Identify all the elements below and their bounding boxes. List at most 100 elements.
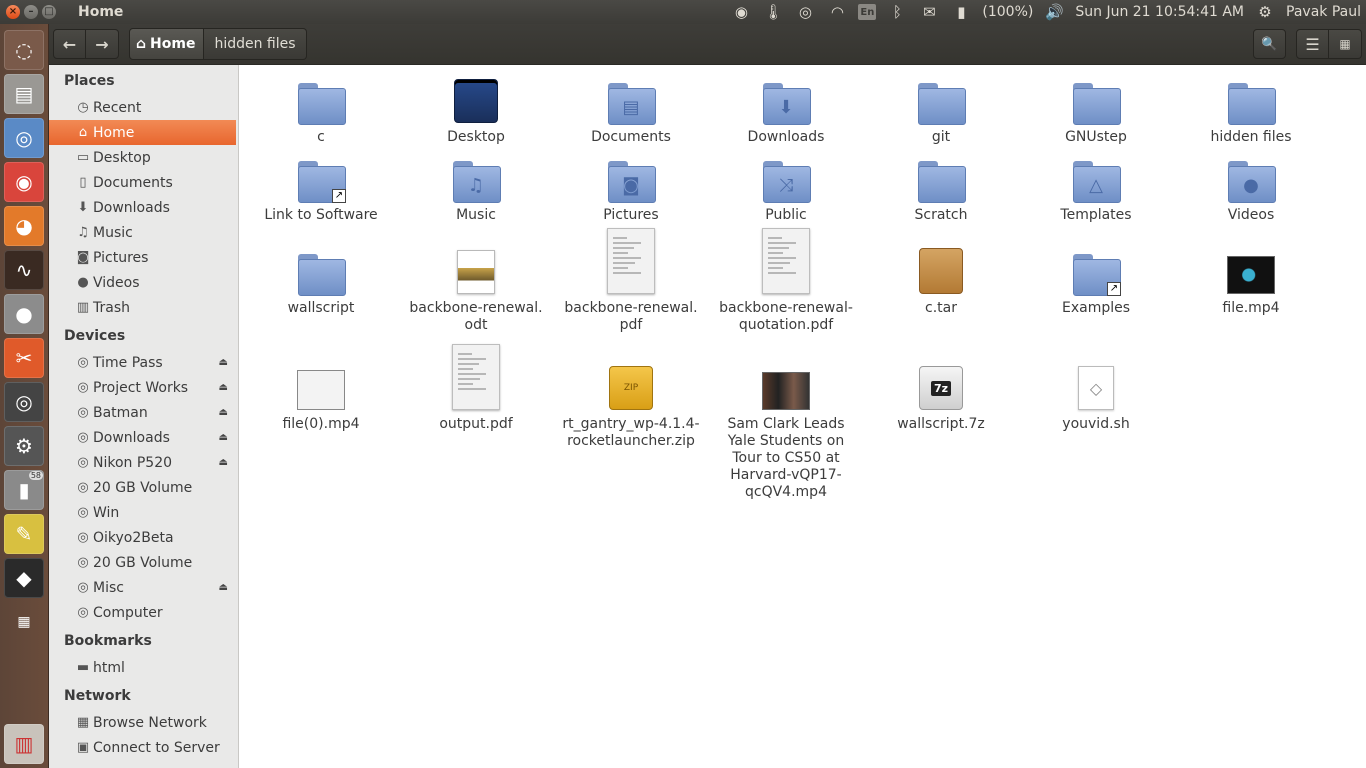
system-monitor-launcher-button[interactable]: ∿ [4, 250, 44, 290]
search-icon[interactable]: 🔍 [1253, 29, 1286, 59]
path-hidden-files-button[interactable]: hidden files [204, 28, 307, 60]
sidebar-item[interactable]: ◎ Computer [49, 600, 238, 625]
file-item[interactable]: file(0).mp4 [251, 344, 391, 433]
workspace-switcher-button[interactable]: ▦ [4, 602, 44, 642]
chromium-icon[interactable]: ◎ [794, 0, 816, 24]
thermometer-icon[interactable]: 🌡 [762, 0, 784, 24]
files-launcher-button[interactable]: ▤ [4, 74, 44, 114]
file-item[interactable]: file.mp4 [1181, 228, 1321, 317]
file-item[interactable]: output.pdf [406, 344, 546, 433]
sidebar-item[interactable]: ● Videos [49, 270, 238, 295]
trash-launcher-button[interactable]: ▥ [4, 724, 44, 764]
battery-icon[interactable]: ▮ [950, 0, 972, 24]
sidebar-item[interactable]: ◎ Win [49, 500, 238, 525]
file-item[interactable]: ↗ Link to Software [251, 153, 391, 224]
steam-launcher-button[interactable]: ◆ [4, 558, 44, 598]
chrome-launcher-button[interactable]: ◉ [4, 162, 44, 202]
sidebar-item[interactable]: ◎ 20 GB Volume [49, 475, 238, 500]
settings-launcher-button[interactable]: ⚙ [4, 426, 44, 466]
eject-icon[interactable]: ⏏ [219, 582, 228, 593]
software-center-launcher-button[interactable]: ✂ [4, 338, 44, 378]
file-item[interactable]: ● Videos [1181, 153, 1321, 224]
eject-icon[interactable]: ⏏ [219, 432, 228, 443]
sidebar-item[interactable]: ◙ Pictures [49, 245, 238, 270]
sidebar-item[interactable]: ◎ Oikyo2Beta [49, 525, 238, 550]
sidebar-section-places: Places [64, 73, 115, 89]
sidebar-item[interactable]: ◎ Nikon P520 ⏏ [49, 450, 238, 475]
file-item[interactable]: backbone-renewal. odt [406, 228, 546, 334]
sidebar-item[interactable]: ◎ Misc ⏏ [49, 575, 238, 600]
sidebar-item[interactable]: ▭ Desktop [49, 145, 238, 170]
folder-icon: ▬ [76, 660, 90, 675]
sidebar-item[interactable]: ◎ Project Works ⏏ [49, 375, 238, 400]
window-maximize-button[interactable]: □ [42, 5, 56, 19]
gear-icon[interactable]: ⚙ [1254, 0, 1276, 24]
chromium-launcher-button[interactable]: ◎ [4, 118, 44, 158]
sidebar-item[interactable]: ◷ Recent [49, 95, 238, 120]
path-home-button[interactable]: ⌂ Home [129, 28, 205, 60]
eject-icon[interactable]: ⏏ [219, 457, 228, 468]
camera-launcher-button[interactable]: ◎ [4, 382, 44, 422]
sidebar-item[interactable]: ◎ Time Pass ⏏ [49, 350, 238, 375]
editor-launcher-button[interactable]: ✎ [4, 514, 44, 554]
sidebar-item[interactable]: ◎ 20 GB Volume [49, 550, 238, 575]
sidebar-item-label: Project Works [93, 379, 189, 396]
sidebar-item[interactable]: ◎ Batman ⏏ [49, 400, 238, 425]
file-item[interactable]: ↗ Examples [1026, 228, 1166, 317]
file-item[interactable]: ♫ Music [406, 153, 546, 224]
file-item[interactable]: git [871, 75, 1011, 146]
disk-launcher-button[interactable]: ● [4, 294, 44, 334]
battery-percentage[interactable]: (100%) [982, 4, 1033, 20]
window-minimize-button[interactable]: – [24, 5, 38, 19]
file-item[interactable]: 7z wallscript.7z [871, 344, 1011, 433]
sidebar-item[interactable]: ▥ Trash [49, 295, 238, 320]
menu-icon[interactable]: ☰ [1296, 29, 1329, 59]
eject-icon[interactable]: ⏏ [219, 407, 228, 418]
file-item[interactable]: backbone-renewal- quotation.pdf [716, 228, 856, 334]
file-item[interactable]: hidden files [1181, 75, 1321, 146]
file-item[interactable]: Sam Clark Leads Yale Students on Tour to… [716, 344, 856, 501]
eject-icon[interactable]: ⏏ [219, 357, 228, 368]
file-item[interactable]: wallscript [251, 228, 391, 317]
view-grid-icon[interactable]: ▦ [1329, 29, 1362, 59]
file-icon-wrap: △ [1072, 153, 1121, 203]
file-item[interactable]: ▤ Documents [561, 75, 701, 146]
file-item[interactable]: ⤨ Public [716, 153, 856, 224]
sidebar-item[interactable]: ▯ Documents [49, 170, 238, 195]
window-close-button[interactable]: × [6, 5, 20, 19]
sidebar-item[interactable]: ⬇ Downloads [49, 195, 238, 220]
firefox-launcher-button[interactable]: ◕ [4, 206, 44, 246]
file-item[interactable]: Scratch [871, 153, 1011, 224]
clock[interactable]: Sun Jun 21 10:54:41 AM [1075, 4, 1244, 20]
file-item[interactable]: c [251, 75, 391, 146]
sidebar-item[interactable]: ⌂ Home [49, 120, 236, 145]
sidebar-item[interactable]: ▦ Browse Network [49, 710, 238, 735]
sidebar-item[interactable]: ♫ Music [49, 220, 238, 245]
file-item[interactable]: Desktop [406, 75, 546, 146]
file-item[interactable]: backbone-renewal. pdf [561, 228, 701, 334]
file-item[interactable]: ◇ youvid.sh [1026, 344, 1166, 433]
sidebar-item[interactable]: ▬ html [49, 655, 238, 680]
sidebar-item[interactable]: ▣ Connect to Server [49, 735, 238, 760]
keyboard-layout-indicator[interactable]: En [858, 4, 877, 20]
bluetooth-icon[interactable]: ᛒ [886, 0, 908, 24]
sidebar-item[interactable]: ◎ Downloads ⏏ [49, 425, 238, 450]
file-item[interactable]: △ Templates [1026, 153, 1166, 224]
volume-icon[interactable]: 🔊 [1043, 0, 1065, 24]
eject-icon[interactable]: ⏏ [219, 382, 228, 393]
back-button[interactable]: ← [53, 29, 86, 59]
zip-archive-icon: ZIP [609, 366, 653, 410]
file-item[interactable]: GNUstep [1026, 75, 1166, 146]
steam-icon[interactable]: ◉ [730, 0, 752, 24]
updates-launcher-button[interactable]: ▮ 58 [4, 470, 44, 510]
dash-launcher-button[interactable]: ◌ [4, 30, 44, 70]
forward-button[interactable]: → [86, 29, 119, 59]
file-item[interactable]: ⬇ Downloads [716, 75, 856, 146]
mail-icon[interactable]: ✉ [918, 0, 940, 24]
user-name[interactable]: Pavak Paul [1286, 4, 1361, 20]
file-item[interactable]: ◙ Pictures [561, 153, 701, 224]
file-item[interactable]: ZIP rt_gantry_wp-4.1.4- rocketlauncher.zi… [561, 344, 701, 450]
wifi-icon[interactable]: ◠ [826, 0, 848, 24]
file-view[interactable]: c Desktop ▤ Documents ⬇ Downloads git GNUstep hi… [240, 65, 1366, 768]
file-item[interactable]: c.tar [871, 228, 1011, 317]
